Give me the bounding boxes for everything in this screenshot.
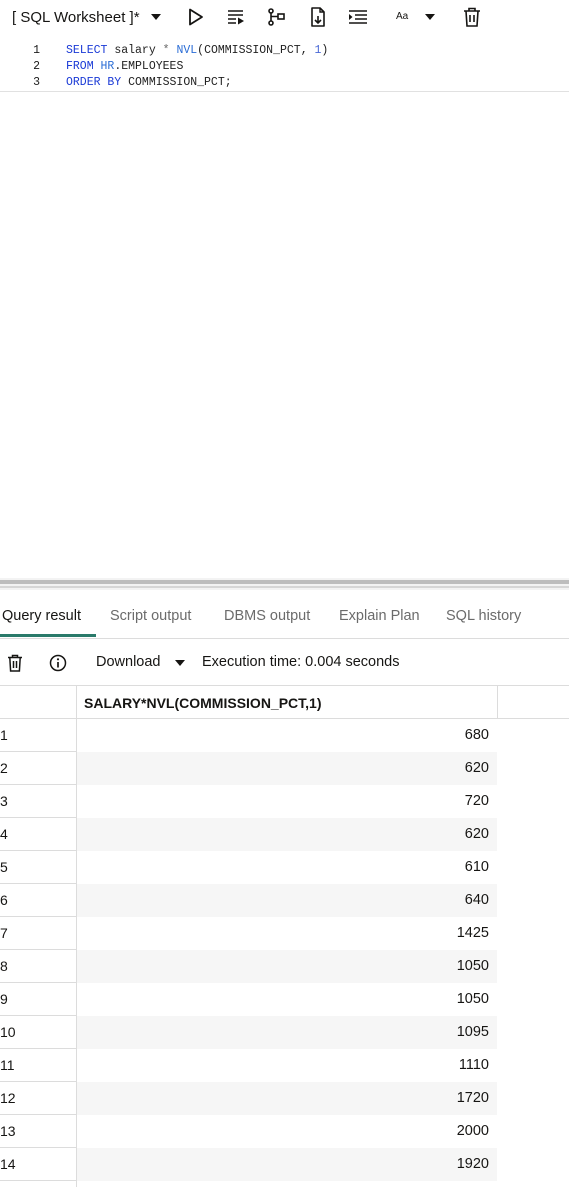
- output-tabs: Query result Script output DBMS output E…: [0, 596, 569, 639]
- download-button[interactable]: Download: [96, 654, 161, 670]
- table-cell[interactable]: 680: [77, 719, 497, 752]
- code-token: COMMISSION_PCT;: [121, 76, 232, 89]
- table-row[interactable]: 14 1920: [0, 1148, 569, 1181]
- row-number: 14: [0, 1148, 76, 1181]
- result-grid: SALARY*NVL(COMMISSION_PCT,1) 1 680 2 620 3 72…: [0, 685, 569, 1187]
- table-cell[interactable]: 610: [77, 851, 497, 884]
- row-number: 7: [0, 917, 76, 950]
- active-tab-indicator: [0, 634, 96, 637]
- code-token: salary: [107, 44, 163, 57]
- table-cell[interactable]: 1110: [77, 1049, 497, 1082]
- code-text: FROM HR.EMPLOYEES: [66, 59, 183, 75]
- tab-query-result[interactable]: Query result: [2, 608, 81, 624]
- code-token: NVL: [176, 44, 198, 57]
- column-divider[interactable]: [497, 686, 498, 718]
- download-chevron-down-icon[interactable]: [174, 654, 186, 672]
- table-row[interactable]: 3 720: [0, 785, 569, 818]
- row-number: 12: [0, 1082, 76, 1115]
- table-row[interactable]: 4 620: [0, 818, 569, 851]
- sql-editor[interactable]: 1 SELECT salary * NVL(COMMISSION_PCT, 1) 2…: [0, 40, 569, 580]
- row-number: 9: [0, 983, 76, 1016]
- line-number: 2: [33, 60, 40, 73]
- code-token: ORDER BY: [66, 76, 122, 89]
- table-row[interactable]: 7 1425: [0, 917, 569, 950]
- row-number: 6: [0, 884, 76, 917]
- splitter-bar-shadow: [0, 586, 569, 588]
- row-number: 5: [0, 851, 76, 884]
- download-file-icon[interactable]: [306, 6, 330, 28]
- code-token: SELECT: [66, 44, 108, 57]
- line-number: 3: [33, 76, 40, 89]
- code-token: HR: [100, 60, 115, 73]
- info-icon[interactable]: [48, 653, 68, 673]
- code-text: ORDER BY COMMISSION_PCT;: [66, 75, 232, 91]
- table-row[interactable]: 9 1050: [0, 983, 569, 1016]
- row-number: 13: [0, 1115, 76, 1148]
- code-line[interactable]: 3 ORDER BY COMMISSION_PCT;: [0, 75, 569, 92]
- worksheet-title[interactable]: [ SQL Worksheet ]*: [12, 9, 140, 26]
- pane-splitter[interactable]: [0, 578, 569, 590]
- table-row[interactable]: 8 1050: [0, 950, 569, 983]
- table-row[interactable]: 1 680: [0, 719, 569, 752]
- code-token: .EMPLOYEES: [114, 60, 184, 73]
- row-number: 2: [0, 752, 76, 785]
- row-number: 4: [0, 818, 76, 851]
- table-row[interactable]: 12 1720: [0, 1082, 569, 1115]
- table-cell[interactable]: 1425: [77, 917, 497, 950]
- table-row[interactable]: 6 640: [0, 884, 569, 917]
- row-number: 10: [0, 1016, 76, 1049]
- code-token: (COMMISSION_PCT,: [197, 44, 315, 57]
- table-cell[interactable]: 620: [77, 752, 497, 785]
- table-row[interactable]: 11 1110: [0, 1049, 569, 1082]
- font-size-icon[interactable]: Aa: [396, 11, 408, 22]
- line-number: 1: [33, 44, 40, 57]
- run-script-icon[interactable]: [224, 6, 248, 28]
- result-toolbar: Download Execution time: 0.004 seconds: [0, 639, 569, 685]
- table-row[interactable]: 2 620: [0, 752, 569, 785]
- clear-results-trash-icon[interactable]: [5, 653, 25, 673]
- worksheet-toolbar: [ SQL Worksheet ]* Aa: [0, 0, 569, 34]
- format-icon[interactable]: [346, 6, 370, 28]
- font-menu-chevron-icon[interactable]: [418, 6, 442, 28]
- execution-time: Execution time: 0.004 seconds: [202, 654, 400, 670]
- trash-icon[interactable]: [460, 6, 484, 28]
- code-token: ): [321, 44, 329, 57]
- table-cell[interactable]: 720: [77, 785, 497, 818]
- chevron-down-icon[interactable]: [144, 6, 168, 28]
- table-cell[interactable]: 1920: [77, 1148, 497, 1181]
- code-line[interactable]: 1 SELECT salary * NVL(COMMISSION_PCT, 1): [0, 43, 569, 59]
- table-cell[interactable]: 1095: [77, 1016, 497, 1049]
- table-row[interactable]: 5 610: [0, 851, 569, 884]
- code-text: SELECT salary * NVL(COMMISSION_PCT, 1): [66, 43, 328, 59]
- table-row[interactable]: 13 2000: [0, 1115, 569, 1148]
- row-number: 11: [0, 1049, 76, 1082]
- tab-script-output[interactable]: Script output: [110, 608, 191, 624]
- row-number: 1: [0, 719, 76, 752]
- splitter-bar: [0, 580, 569, 584]
- code-line[interactable]: 2 FROM HR.EMPLOYEES: [0, 59, 569, 75]
- table-cell[interactable]: 1720: [77, 1082, 497, 1115]
- grid-header-row: SALARY*NVL(COMMISSION_PCT,1): [0, 686, 569, 719]
- row-number: 8: [0, 950, 76, 983]
- table-cell[interactable]: 1050: [77, 950, 497, 983]
- table-cell[interactable]: 2000: [77, 1115, 497, 1148]
- table-cell[interactable]: 1050: [77, 983, 497, 1016]
- row-number: 3: [0, 785, 76, 818]
- code-token: FROM: [66, 60, 94, 73]
- tab-explain-plan[interactable]: Explain Plan: [339, 608, 420, 624]
- table-cell[interactable]: 640: [77, 884, 497, 917]
- code-token: *: [162, 44, 170, 57]
- table-row[interactable]: 10 1095: [0, 1016, 569, 1049]
- column-header[interactable]: SALARY*NVL(COMMISSION_PCT,1): [84, 695, 322, 711]
- tab-sql-history[interactable]: SQL history: [446, 608, 521, 624]
- tab-dbms-output[interactable]: DBMS output: [224, 608, 310, 624]
- table-cell[interactable]: 620: [77, 818, 497, 851]
- explain-plan-icon[interactable]: [264, 6, 288, 28]
- run-icon[interactable]: [184, 6, 208, 28]
